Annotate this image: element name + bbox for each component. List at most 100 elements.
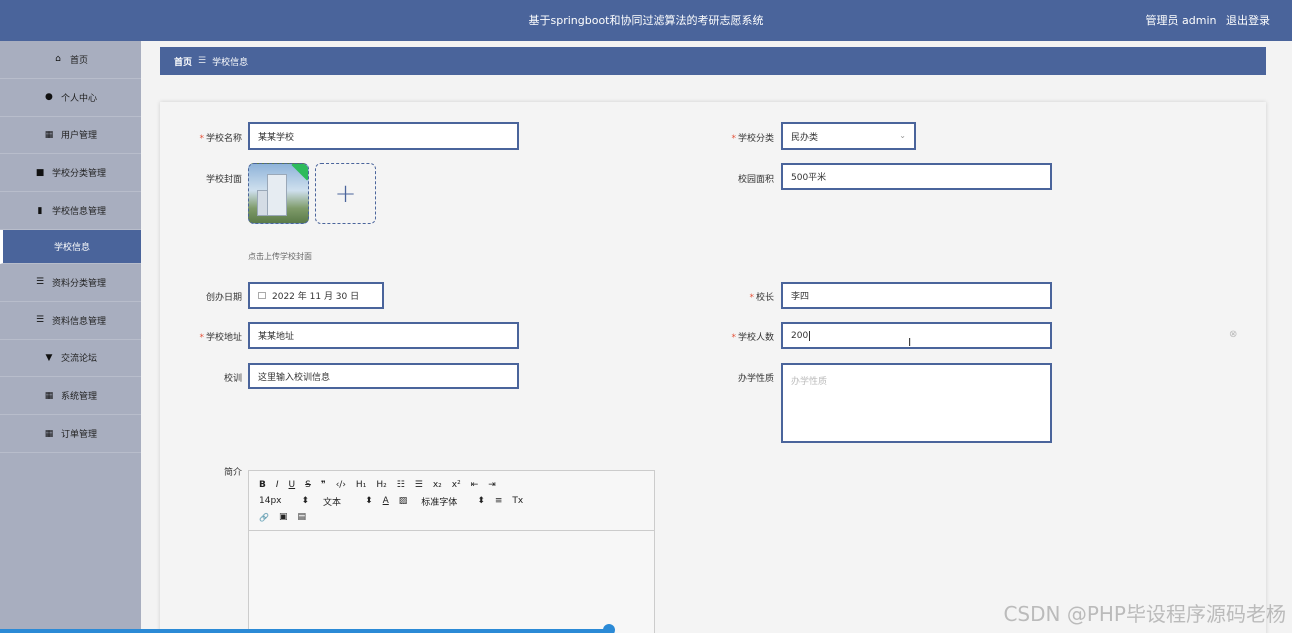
font-color-button[interactable]: A [383, 496, 389, 506]
motto-label: 校训 [223, 374, 242, 384]
student-count-label: * 学校人数 [731, 333, 774, 343]
podium-icon: ▼ [45, 352, 53, 363]
sidebar-item-system[interactable]: ▦ 系统管理 [0, 377, 141, 416]
italic-button[interactable]: I [276, 480, 279, 490]
home-icon: ⌂ [55, 54, 61, 65]
rich-text-editor: B I U S ❞ ‹/› H₁ H₂ ☷ ☰ x₂ x² ⇤ ⇥ 14px ⬍… [248, 470, 655, 633]
grid-icon: ▦ [44, 390, 54, 401]
code-button[interactable]: ‹/› [336, 480, 346, 490]
motto-input[interactable]: 这里输入校训信息 [248, 363, 519, 389]
header-select[interactable]: 文本 [323, 495, 341, 508]
address-input[interactable]: 某某地址 [248, 322, 519, 349]
bold-button[interactable]: B [259, 480, 266, 490]
toolbar-row: B I U S ❞ ‹/› H₁ H₂ ☷ ☰ x₂ x² ⇤ ⇥ [259, 477, 644, 493]
building-image [267, 174, 287, 216]
select-arrow-icon: ⬍ [477, 496, 485, 506]
list-icon: ☰ [35, 277, 45, 288]
bullet-list-button[interactable]: ☰ [415, 480, 423, 490]
user-icon: ● [45, 92, 53, 103]
breadcrumb: 首页 ☰ 学校信息 [160, 47, 1266, 75]
align-button[interactable]: ≡ [495, 496, 503, 506]
school-category-label: * 学校分类 [731, 134, 774, 144]
success-corner-icon [291, 164, 308, 181]
sidebar-item-label: 系统管理 [60, 392, 97, 403]
superscript-button[interactable]: x² [452, 480, 461, 490]
subscript-button[interactable]: x₂ [433, 480, 442, 490]
chevron-down-icon: ⌄ [899, 131, 906, 140]
sidebar-item-users[interactable]: ▦ 用户管理 [0, 117, 141, 155]
sidebar-item-home[interactable]: ⌂ 首页 [0, 41, 141, 79]
editor-content-area[interactable] [249, 531, 654, 633]
background-color-button[interactable]: ▨ [399, 496, 408, 506]
sidebar-item-school-info-mgmt[interactable]: ▮ 学校信息管理 [0, 192, 141, 230]
progress-bar [0, 629, 610, 633]
school-name-input[interactable]: 某某学校 [248, 122, 519, 150]
cover-hint: 点击上传学校封面 [248, 252, 312, 261]
address-label: * 学校地址 [199, 333, 242, 343]
sidebar-item-profile[interactable]: ● 个人中心 [0, 79, 141, 117]
sidebar-item-material-category[interactable]: ☰ 资料分类管理 [0, 264, 141, 302]
grid-icon: ▦ [44, 428, 54, 439]
school-category-select[interactable]: 民办类 ⌄ [781, 122, 916, 150]
link-icon[interactable]: 🔗 [259, 513, 269, 522]
nature-label: 办学性质 [737, 374, 774, 384]
image-icon[interactable]: ▣ [279, 512, 288, 522]
sidebar-item-label: 资料信息管理 [51, 316, 106, 327]
app-title: 基于springboot和协同过滤算法的考研志愿系统 [528, 14, 764, 27]
grid-icon: ▦ [44, 129, 54, 140]
cover-thumbnail[interactable] [248, 163, 309, 224]
clear-format-button[interactable]: Tx [512, 496, 523, 506]
video-icon[interactable]: ▤ [297, 512, 306, 522]
founded-date-label: 创办日期 [205, 293, 242, 303]
outdent-button[interactable]: ⇤ [471, 480, 479, 490]
sidebar: ⌂ 首页 ● 个人中心 ▦ 用户管理 ■ 学校分类管理 ▮ 学校信息管理 学校信… [0, 41, 141, 633]
sidebar-item-material-info[interactable]: ☰ 资料信息管理 [0, 302, 141, 340]
campus-area-label: 校园面积 [737, 175, 774, 185]
calendar-icon [258, 292, 266, 299]
text-cursor-icon: I [908, 336, 912, 349]
sidebar-item-label: 个人中心 [60, 93, 97, 104]
cover-label: 学校封面 [205, 175, 242, 185]
sidebar-item-school-info[interactable]: 学校信息 [0, 229, 141, 264]
list-icon: ☰ [35, 315, 45, 326]
user-area: 管理员 admin 退出登录 [1140, 0, 1270, 41]
ordered-list-button[interactable]: ☷ [397, 480, 405, 490]
toolbar-row: 14px ⬍ 文本 ⬍ A ▨ 标准字体 ⬍ ≡ Tx [259, 493, 644, 509]
intro-label: 简介 [223, 468, 242, 478]
strike-button[interactable]: S [305, 480, 311, 490]
h2-button[interactable]: H₂ [376, 480, 386, 490]
video-icon: ■ [35, 167, 45, 178]
upload-plus-button[interactable]: + [315, 163, 376, 224]
principal-label: * 校长 [749, 293, 774, 303]
quote-button[interactable]: ❞ [321, 480, 326, 490]
founded-date-picker[interactable]: 2022 年 11 月 30 日 [248, 282, 384, 309]
toolbar-row: 🔗 ▣ ▤ [259, 509, 644, 525]
logout-link[interactable]: 退出登录 [1226, 14, 1270, 27]
principal-input[interactable]: 李四 [781, 282, 1052, 309]
student-count-input[interactable]: 200 [781, 322, 1052, 349]
font-size-select[interactable]: 14px [259, 496, 282, 506]
watermark: CSDN @PHP毕设程序源码老杨 [1003, 602, 1286, 626]
h1-button[interactable]: H₁ [356, 480, 366, 490]
sidebar-item-orders[interactable]: ▦ 订单管理 [0, 415, 141, 453]
breadcrumb-home[interactable]: 首页 [174, 55, 192, 68]
user-label: 管理员 admin [1145, 14, 1217, 27]
editor-toolbar: B I U S ❞ ‹/› H₁ H₂ ☷ ☰ x₂ x² ⇤ ⇥ 14px ⬍… [249, 471, 654, 531]
school-name-label: * 学校名称 [199, 134, 242, 144]
select-arrow-icon: ⬍ [301, 496, 310, 506]
indent-button[interactable]: ⇥ [488, 480, 496, 490]
sidebar-item-label: 首页 [69, 55, 88, 66]
underline-button[interactable]: U [289, 480, 296, 490]
sidebar-item-label: 用户管理 [60, 131, 97, 142]
clear-circle-icon[interactable]: ⊗ [1229, 329, 1237, 340]
clipboard-icon: ▮ [37, 205, 43, 216]
sidebar-item-school-category[interactable]: ■ 学校分类管理 [0, 154, 141, 193]
sidebar-item-label: 学校分类管理 [51, 169, 106, 180]
sidebar-item-label: 交流论坛 [60, 354, 97, 365]
scroll-handle[interactable] [603, 624, 615, 633]
font-family-select[interactable]: 标准字体 [421, 495, 457, 508]
sidebar-item-forum[interactable]: ▼ 交流论坛 [0, 340, 141, 378]
campus-area-input[interactable]: 500平米 [781, 163, 1052, 190]
select-arrow-icon: ⬍ [365, 496, 373, 506]
nature-textarea[interactable]: 办学性质 [781, 363, 1052, 443]
